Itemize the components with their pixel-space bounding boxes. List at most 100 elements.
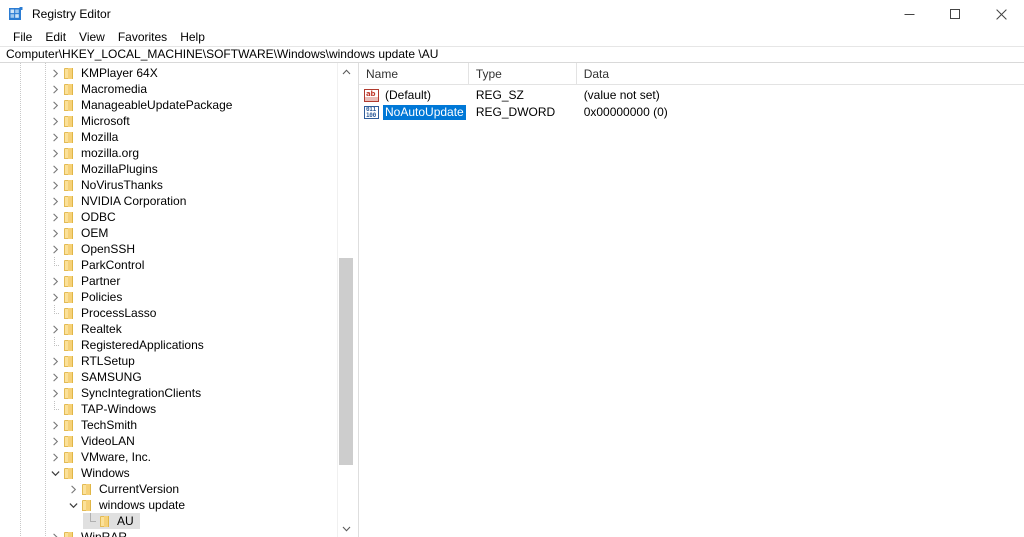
tree-expander-collapsed[interactable] bbox=[47, 193, 63, 209]
scroll-down-button[interactable] bbox=[338, 520, 353, 537]
tree-node-policies[interactable]: Policies bbox=[0, 289, 337, 305]
tree-node-tap-windows[interactable]: TAP-Windows bbox=[0, 401, 337, 417]
chevron-down-icon bbox=[342, 526, 350, 532]
folder-icon bbox=[63, 451, 76, 463]
tree-expander-collapsed[interactable] bbox=[47, 449, 63, 465]
value-name-cell[interactable]: ab (Default) bbox=[359, 87, 469, 104]
tree-expander-collapsed[interactable] bbox=[47, 385, 63, 401]
tree-expander-collapsed[interactable] bbox=[47, 273, 63, 289]
tree-expander-collapsed[interactable] bbox=[47, 225, 63, 241]
scroll-up-button[interactable] bbox=[338, 63, 353, 80]
value-type: REG_DWORD bbox=[475, 105, 556, 119]
tree-expander-collapsed[interactable] bbox=[47, 369, 63, 385]
tree-expander-collapsed[interactable] bbox=[47, 353, 63, 369]
value-name-cell[interactable]: 011 100 NoAutoUpdate bbox=[359, 104, 469, 121]
chevron-right-icon bbox=[52, 437, 58, 445]
chevron-right-icon bbox=[52, 229, 58, 237]
tree-node-windows-update[interactable]: windows update bbox=[0, 497, 337, 513]
tree-expander-collapsed[interactable] bbox=[47, 417, 63, 433]
tree-expander-collapsed[interactable] bbox=[47, 145, 63, 161]
close-button[interactable] bbox=[978, 0, 1024, 28]
tree-expander-collapsed[interactable] bbox=[47, 81, 63, 97]
tree-node-partner[interactable]: Partner bbox=[0, 273, 337, 289]
minimize-button[interactable] bbox=[886, 0, 932, 28]
tree-node-odbc[interactable]: ODBC bbox=[0, 209, 337, 225]
dword-value-icon: 011 100 bbox=[364, 106, 379, 119]
tree-expander-collapsed[interactable] bbox=[47, 65, 63, 81]
scroll-thumb[interactable] bbox=[339, 258, 353, 465]
tree-node-rtlsetup[interactable]: RTLSetup bbox=[0, 353, 337, 369]
tree-vertical-scrollbar[interactable] bbox=[337, 63, 353, 537]
tree-node-label: ParkControl bbox=[81, 258, 145, 272]
tree-node-currentversion[interactable]: CurrentVersion bbox=[0, 481, 337, 497]
registry-tree-pane: KMPlayer 64X Macromedia ManageableUpdatePa… bbox=[0, 63, 354, 537]
tree-expander-collapsed[interactable] bbox=[47, 321, 63, 337]
value-name: NoAutoUpdate bbox=[383, 105, 466, 120]
value-row[interactable]: ab (Default) REG_SZ (value not set) bbox=[359, 87, 1024, 104]
tree-node-samsung[interactable]: SAMSUNG bbox=[0, 369, 337, 385]
tree-node-label: SyncIntegrationClients bbox=[81, 386, 202, 400]
tree-node-processlasso[interactable]: ProcessLasso bbox=[0, 305, 337, 321]
menu-file[interactable]: File bbox=[7, 29, 39, 45]
chevron-right-icon bbox=[52, 325, 58, 333]
tree-expander-expanded[interactable] bbox=[47, 465, 63, 481]
folder-icon bbox=[63, 467, 76, 479]
tree-node-macromedia[interactable]: Macromedia bbox=[0, 81, 337, 97]
tree-expander-collapsed[interactable] bbox=[47, 177, 63, 193]
folder-icon bbox=[63, 227, 76, 239]
tree-node-oem[interactable]: OEM bbox=[0, 225, 337, 241]
tree-node-label: mozilla.org bbox=[81, 146, 140, 160]
menu-edit[interactable]: Edit bbox=[39, 29, 73, 45]
tree-node-realtek[interactable]: Realtek bbox=[0, 321, 337, 337]
registry-path[interactable]: Computer\HKEY_LOCAL_MACHINE\SOFTWARE\Win… bbox=[0, 47, 438, 62]
tree-node-windows[interactable]: Windows bbox=[0, 465, 337, 481]
tree-node-openssh[interactable]: OpenSSH bbox=[0, 241, 337, 257]
chevron-right-icon bbox=[52, 389, 58, 397]
column-header-data[interactable]: Data bbox=[577, 63, 1024, 84]
tree-expander-collapsed[interactable] bbox=[47, 161, 63, 177]
tree-expander-collapsed[interactable] bbox=[47, 97, 63, 113]
tree-node-au[interactable]: AU bbox=[0, 513, 337, 529]
tree-expander-collapsed[interactable] bbox=[47, 529, 63, 537]
tree-expander-expanded[interactable] bbox=[65, 497, 81, 513]
tree-expander-collapsed[interactable] bbox=[47, 113, 63, 129]
tree-node-microsoft[interactable]: Microsoft bbox=[0, 113, 337, 129]
tree-node-kmplayer-64x[interactable]: KMPlayer 64X bbox=[0, 65, 337, 81]
tree-node-registeredapplications[interactable]: RegisteredApplications bbox=[0, 337, 337, 353]
column-header-type[interactable]: Type bbox=[469, 63, 577, 84]
tree-node-parkcontrol[interactable]: ParkControl bbox=[0, 257, 337, 273]
tree-node-vmware-inc[interactable]: VMware, Inc. bbox=[0, 449, 337, 465]
tree-node-winrar[interactable]: WinRAR bbox=[0, 529, 337, 537]
tree-node-mozilla-org[interactable]: mozilla.org bbox=[0, 145, 337, 161]
tree-node-nvidia-corporation[interactable]: NVIDIA Corporation bbox=[0, 193, 337, 209]
menu-view[interactable]: View bbox=[73, 29, 112, 45]
tree-expander-collapsed[interactable] bbox=[65, 481, 81, 497]
column-header-name[interactable]: Name bbox=[359, 63, 469, 84]
maximize-button[interactable] bbox=[932, 0, 978, 28]
tree-expander-collapsed[interactable] bbox=[47, 289, 63, 305]
scroll-track[interactable] bbox=[338, 80, 353, 520]
tree-node-syncintegrationclients[interactable]: SyncIntegrationClients bbox=[0, 385, 337, 401]
menu-bar: File Edit View Favorites Help bbox=[0, 28, 1024, 46]
chevron-up-icon bbox=[342, 68, 350, 74]
tree-node-techsmith[interactable]: TechSmith bbox=[0, 417, 337, 433]
folder-icon bbox=[63, 371, 76, 383]
tree-node-mozilla[interactable]: Mozilla bbox=[0, 129, 337, 145]
folder-icon bbox=[63, 323, 76, 335]
chevron-right-icon bbox=[52, 293, 58, 301]
folder-icon bbox=[63, 67, 76, 79]
tree-expander-collapsed[interactable] bbox=[47, 209, 63, 225]
tree-node-mozillaplugins[interactable]: MozillaPlugins bbox=[0, 161, 337, 177]
tree-node-novirusthanks[interactable]: NoVirusThanks bbox=[0, 177, 337, 193]
value-row[interactable]: 011 100 NoAutoUpdate REG_DWORD 0x00000000 (0… bbox=[359, 104, 1024, 121]
menu-favorites[interactable]: Favorites bbox=[112, 29, 174, 45]
tree-expander-collapsed[interactable] bbox=[47, 241, 63, 257]
tree-node-manageableupdatepackage[interactable]: ManageableUpdatePackage bbox=[0, 97, 337, 113]
menu-help[interactable]: Help bbox=[174, 29, 212, 45]
tree-expander-collapsed[interactable] bbox=[47, 129, 63, 145]
registry-values-pane: Name Type Data ab (Default) REG_SZ (value n… bbox=[358, 63, 1024, 537]
address-bar[interactable]: Computer\HKEY_LOCAL_MACHINE\SOFTWARE\Win… bbox=[0, 46, 1024, 63]
tree-expander-collapsed[interactable] bbox=[47, 433, 63, 449]
tree-node-videolan[interactable]: VideoLAN bbox=[0, 433, 337, 449]
chevron-right-icon bbox=[52, 277, 58, 285]
